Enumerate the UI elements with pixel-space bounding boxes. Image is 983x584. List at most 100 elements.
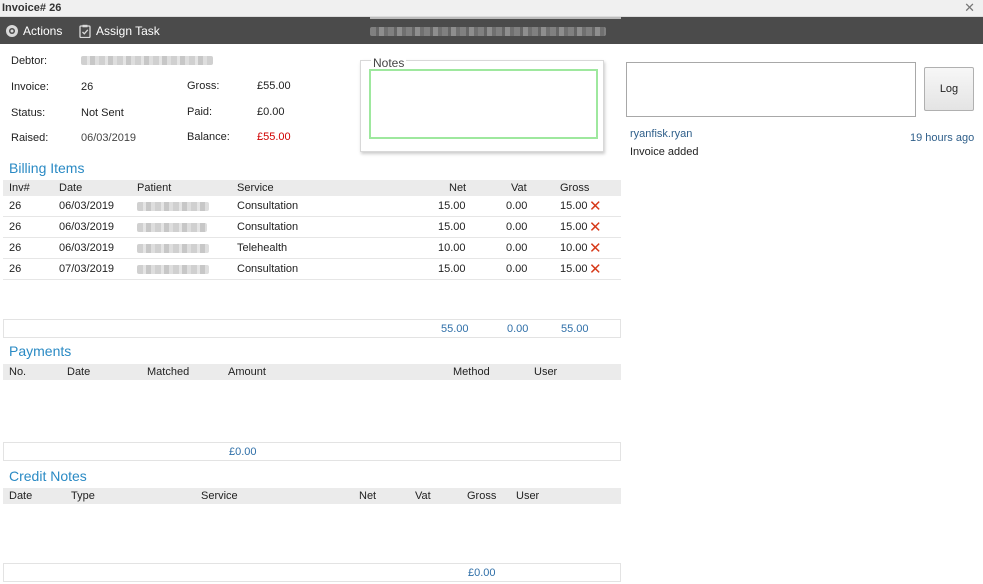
credit-notes-header: Date Type Service Net Vat Gross User (3, 488, 621, 504)
cell-service: Consultation (237, 263, 299, 275)
cell-gross: 15.00 (560, 200, 588, 212)
cell-date: 07/03/2019 (59, 263, 115, 275)
billing-row[interactable]: 26 06/03/2019 Telehealth 10.00 0.00 10.0… (3, 238, 621, 259)
cell-date: 06/03/2019 (59, 242, 115, 254)
total-amount: £0.00 (229, 446, 257, 458)
clipboard-check-icon (79, 24, 91, 38)
invoice-label: Invoice: (11, 81, 49, 93)
cell-service: Telehealth (237, 242, 288, 254)
notes-legend: Notes (371, 56, 407, 70)
cell-vat: 0.00 (506, 200, 528, 212)
close-icon[interactable]: ✕ (964, 0, 975, 16)
col-date: Date (67, 366, 91, 378)
cell-date: 06/03/2019 (59, 221, 115, 233)
total-net: 55.00 (441, 323, 469, 335)
cell-date: 06/03/2019 (59, 200, 115, 212)
gross-value: £55.00 (257, 80, 291, 92)
log-entry-message: Invoice added (630, 146, 699, 158)
total-gross: 55.00 (561, 323, 589, 335)
cell-vat: 0.00 (506, 221, 528, 233)
invoice-number: 26 (81, 81, 94, 93)
cell-net: 15.00 (438, 263, 466, 275)
cell-gross: 15.00 (560, 221, 588, 233)
col-gross: Gross (560, 182, 590, 194)
delete-icon[interactable]: ✕ (589, 260, 602, 278)
delete-icon[interactable]: ✕ (589, 218, 602, 236)
billing-items-title: Billing Items (9, 160, 85, 176)
redacted-patient (137, 223, 207, 232)
delete-icon[interactable]: ✕ (589, 197, 602, 215)
log-button[interactable]: Log (924, 67, 974, 111)
col-matched: Matched (147, 366, 190, 378)
log-input[interactable] (626, 62, 916, 117)
toolbar-divider (370, 17, 621, 19)
notes-textarea[interactable] (369, 69, 598, 139)
col-service: Service (237, 182, 274, 194)
paid-value: £0.00 (257, 106, 285, 118)
cell-gross: 10.00 (560, 242, 588, 254)
redacted-patient (137, 244, 209, 253)
window-title: Invoice# 26 (2, 2, 62, 14)
total-vat: 0.00 (507, 323, 529, 335)
col-net: Net (449, 182, 467, 194)
balance-label: Balance: (187, 131, 230, 143)
cell-inv: 26 (9, 242, 22, 254)
cell-net: 10.00 (438, 242, 466, 254)
cell-net: 15.00 (438, 200, 466, 212)
payments-totals: £0.00 (3, 442, 621, 461)
payments-header: No. Date Matched Amount Method User (3, 364, 621, 380)
redacted-debtor-details (370, 27, 606, 36)
credit-notes-totals: £0.00 (3, 563, 621, 582)
payments-title: Payments (9, 343, 72, 359)
col-user: User (534, 366, 558, 378)
redacted-patient (137, 202, 209, 211)
billing-row[interactable]: 26 06/03/2019 Consultation 15.00 0.00 15… (3, 196, 621, 217)
cell-vat: 0.00 (506, 263, 528, 275)
col-inv: Inv# (9, 182, 30, 194)
status-label: Status: (11, 107, 46, 119)
cell-gross: 15.00 (560, 263, 588, 275)
log-entry-time: 19 hours ago (910, 132, 975, 144)
actions-label: Actions (23, 24, 63, 38)
redacted-patient (137, 265, 209, 274)
total-gross: £0.00 (468, 567, 496, 579)
billing-row[interactable]: 26 06/03/2019 Consultation 15.00 0.00 15… (3, 217, 621, 238)
cell-service: Consultation (237, 221, 299, 233)
col-no: No. (9, 366, 27, 378)
billing-header: Inv# Date Patient Service Net Vat Gross (3, 180, 621, 196)
redacted-debtor-name (81, 56, 213, 65)
col-user: User (516, 490, 540, 502)
status-value: Not Sent (81, 107, 124, 119)
billing-row[interactable]: 26 07/03/2019 Consultation 15.00 0.00 15… (3, 259, 621, 280)
col-patient: Patient (137, 182, 172, 194)
billing-totals: 55.00 0.00 55.00 (3, 319, 621, 338)
credit-notes-title: Credit Notes (9, 468, 87, 484)
balance-value: £55.00 (257, 131, 291, 143)
gear-icon (6, 25, 18, 37)
col-gross: Gross (467, 490, 497, 502)
col-type: Type (71, 490, 95, 502)
cell-net: 15.00 (438, 221, 466, 233)
col-service: Service (201, 490, 238, 502)
cell-service: Consultation (237, 200, 299, 212)
debtor-label: Debtor: (11, 55, 48, 67)
col-net: Net (359, 490, 377, 502)
col-vat: Vat (511, 182, 527, 194)
col-vat: Vat (415, 490, 431, 502)
raised-value: 06/03/2019 (81, 132, 137, 144)
col-date: Date (9, 490, 33, 502)
gross-label: Gross: (187, 80, 220, 92)
cell-vat: 0.00 (506, 242, 528, 254)
raised-label: Raised: (11, 132, 49, 144)
log-entry-user: ryanfisk.ryan (630, 128, 693, 140)
delete-icon[interactable]: ✕ (589, 239, 602, 257)
col-method: Method (453, 366, 490, 378)
title-bar: Invoice# 26 ✕ (0, 0, 983, 17)
cell-inv: 26 (9, 263, 22, 275)
col-date: Date (59, 182, 83, 194)
assign-task-label: Assign Task (96, 24, 160, 38)
actions-button[interactable]: Actions (5, 23, 62, 39)
cell-inv: 26 (9, 200, 22, 212)
assign-task-button[interactable]: Assign Task (78, 23, 160, 39)
paid-label: Paid: (187, 106, 213, 118)
